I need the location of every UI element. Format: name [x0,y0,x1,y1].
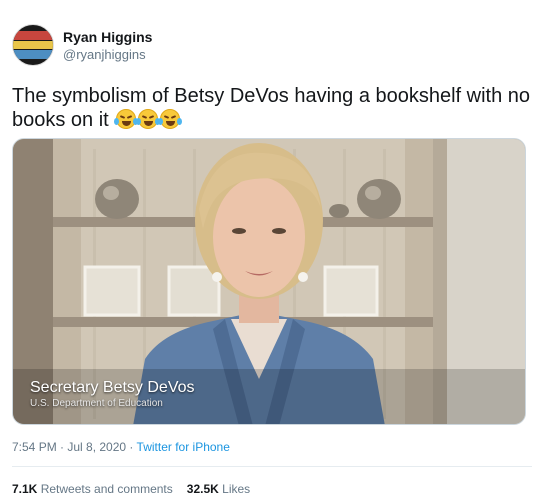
display-name[interactable]: Ryan Higgins [63,28,152,46]
tweet-text: The symbolism of Betsy DeVos having a bo… [12,84,532,132]
timestamp[interactable]: 7:54 PM · Jul 8, 2020 [12,440,126,454]
user-handle[interactable]: @ryanjhiggins [63,46,152,63]
tears-of-joy-icon [136,109,161,129]
divider [12,466,532,467]
meta-separator: · [126,440,137,454]
avatar[interactable] [12,24,54,66]
tears-of-joy-icon [158,109,183,129]
retweets-count: 7.1K [12,482,38,496]
video-caption: Secretary Betsy DeVos [30,379,195,396]
tweet-meta: 7:54 PM · Jul 8, 2020 · Twitter for iPho… [12,440,230,454]
tweet-card: Ryan Higgins @ryanjhiggins The symbolism… [0,0,545,504]
video-caption-subtitle: U.S. Department of Education [30,398,163,409]
tweet-stats: 7.1K Retweets and comments 32.5K Likes [12,482,250,496]
likes-count: 32.5K [186,482,219,496]
likes-label: Likes [222,482,251,496]
likes-stat[interactable]: 32.5K Likes [187,482,250,496]
user-names: Ryan Higgins @ryanjhiggins [63,28,152,63]
tweet-body: The symbolism of Betsy DeVos having a bo… [12,85,531,131]
retweets-label: Retweets and comments [40,482,173,496]
tears-of-joy-icon [114,109,139,129]
retweets-stat[interactable]: 7.1K Retweets and comments [12,482,173,496]
tweet-header: Ryan Higgins @ryanjhiggins [12,24,152,66]
tweet-source-link[interactable]: Twitter for iPhone [137,440,230,454]
